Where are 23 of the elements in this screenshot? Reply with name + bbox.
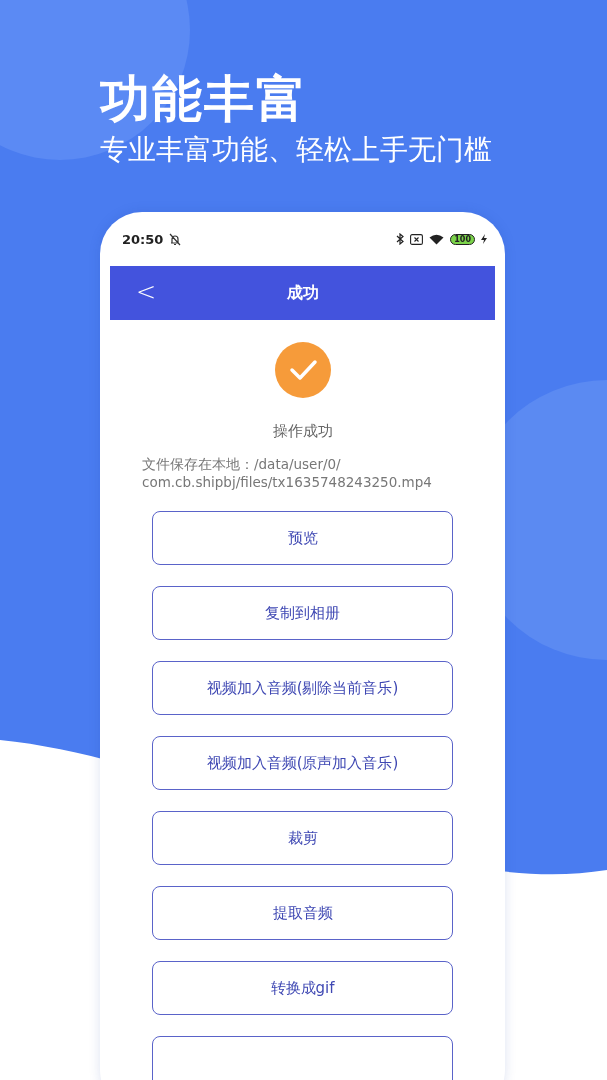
- action-button[interactable]: 视频加入音频(剔除当前音乐): [152, 661, 453, 715]
- promo-title: 功能丰富: [100, 69, 309, 130]
- action-button[interactable]: [152, 1036, 453, 1080]
- action-button[interactable]: 视频加入音频(原声加入音乐): [152, 736, 453, 790]
- action-button[interactable]: 预览: [152, 511, 453, 565]
- bluetooth-icon: [396, 233, 405, 245]
- battery-icon: 100: [450, 233, 475, 245]
- file-path-text: 文件保存在本地：/data/user/0/: [142, 455, 342, 473]
- action-button[interactable]: 复制到相册: [152, 586, 453, 640]
- charging-icon: [481, 234, 487, 244]
- wifi-icon: [429, 233, 445, 245]
- success-message: 操作成功: [272, 422, 333, 441]
- action-button[interactable]: 提取音频: [152, 886, 453, 940]
- file-path-text: com.cb.shipbj/files/tx1635748243250.mp4: [142, 473, 432, 491]
- back-button[interactable]: <: [136, 278, 157, 306]
- status-time: 20:50: [122, 231, 164, 247]
- sim-card-icon: [410, 233, 424, 245]
- action-button[interactable]: 转换成gif: [152, 961, 453, 1015]
- screen-title: 成功: [286, 282, 319, 304]
- promo-subtitle: 专业丰富功能、轻松上手无门槛: [100, 132, 493, 168]
- action-button[interactable]: 裁剪: [152, 811, 453, 865]
- bell-off-icon: [169, 232, 182, 246]
- success-check-icon: [274, 342, 331, 398]
